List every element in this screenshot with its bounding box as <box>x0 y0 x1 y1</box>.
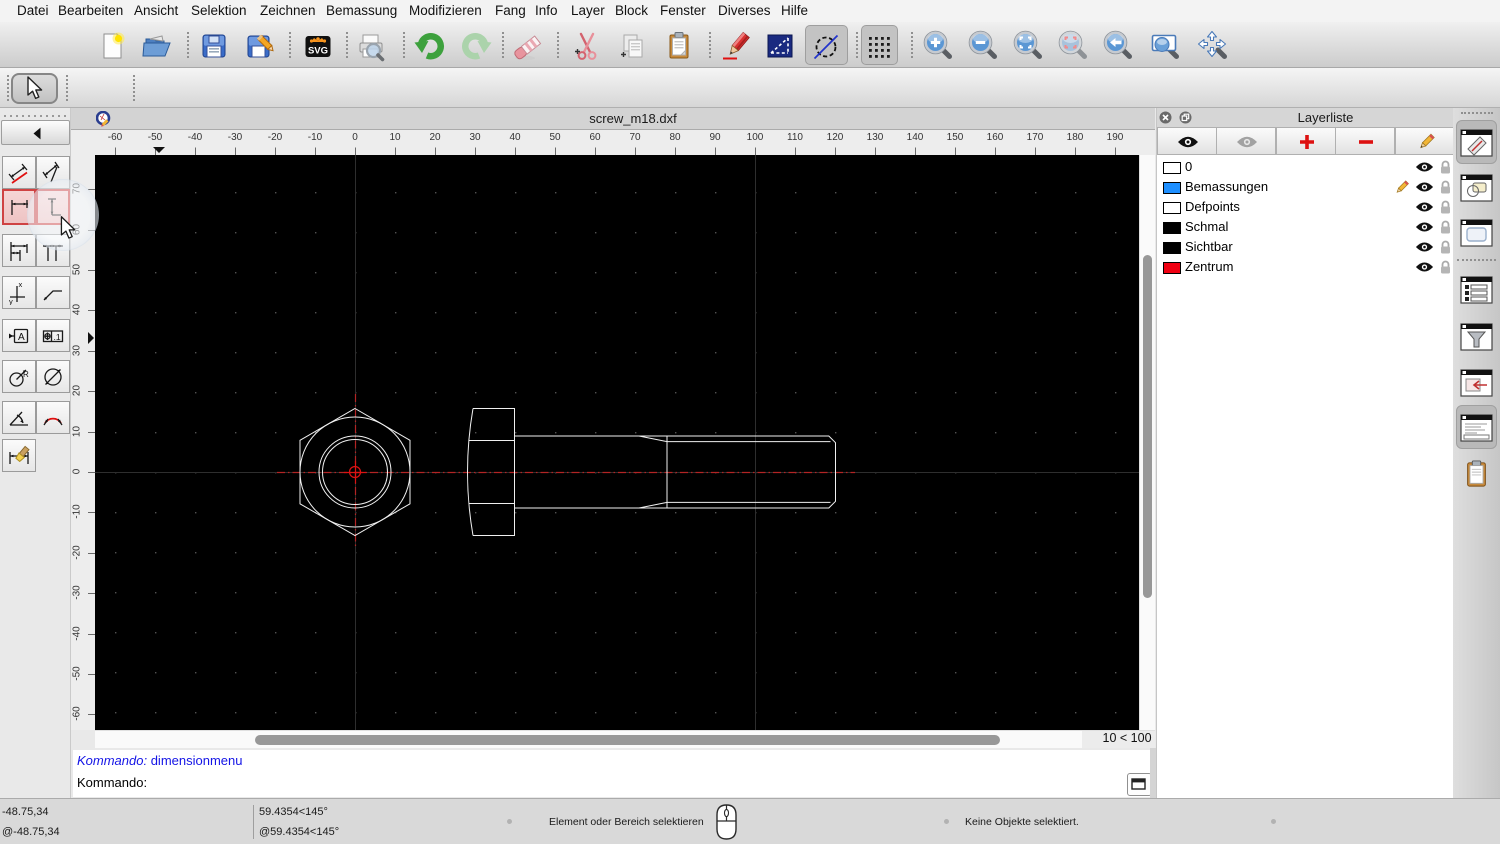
svg-text:R: R <box>23 370 29 379</box>
svg-text:A: A <box>18 332 25 343</box>
svg-text:.1: .1 <box>54 332 61 342</box>
svg-text:y: y <box>9 297 13 305</box>
svg-text:x: x <box>19 281 23 289</box>
svg-text:SVG: SVG <box>308 46 328 57</box>
